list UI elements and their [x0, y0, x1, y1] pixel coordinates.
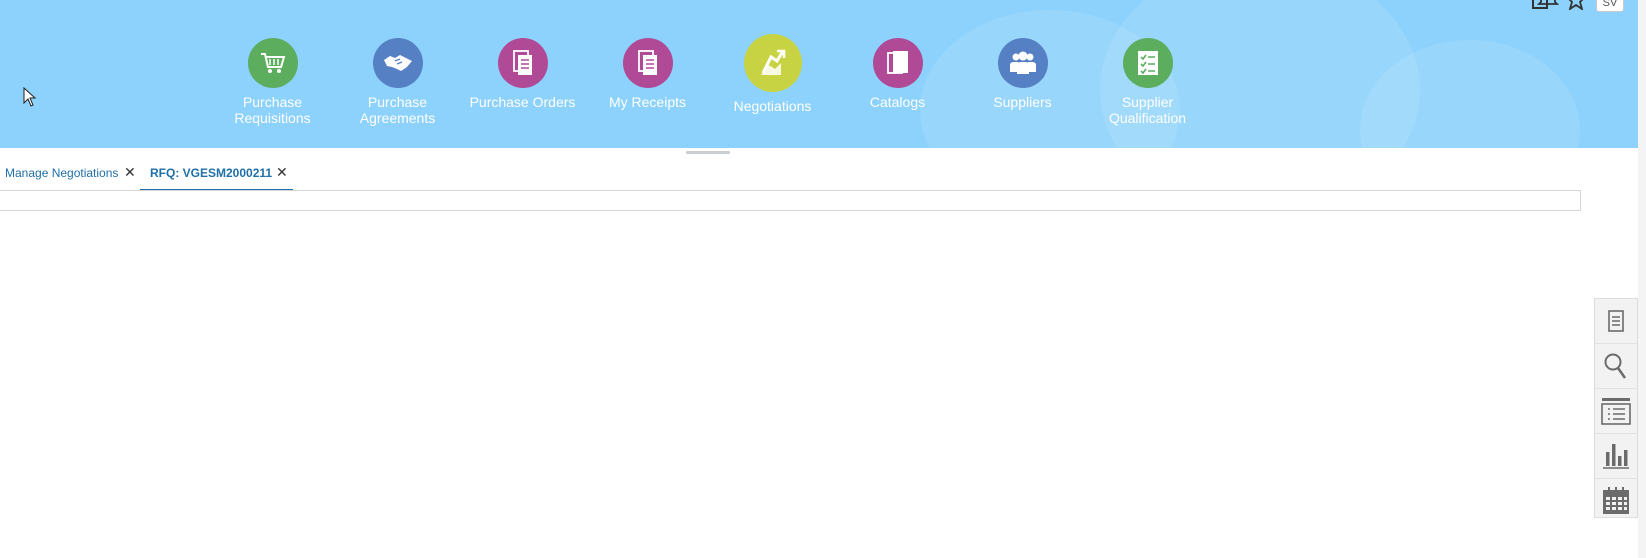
catalog-icon	[886, 51, 908, 74]
negotiation-icon	[760, 49, 785, 75]
side-tool-search[interactable]	[1595, 344, 1637, 389]
mouse-cursor-icon	[23, 87, 37, 107]
app-purchase-requisitions[interactable]: Purchase Requisitions	[210, 32, 335, 126]
checklist-icon	[1137, 51, 1158, 75]
tab-bar: Manage Negotiations ✕ RFQ: VGESM2000211 …	[0, 158, 1580, 192]
window-edge	[1638, 0, 1646, 558]
springboard-banner: SV Purchase Requisitions Purchase Agreem…	[0, 0, 1638, 148]
search-icon	[1604, 353, 1627, 379]
app-label: Catalogs	[869, 94, 926, 110]
handshake-icon	[383, 55, 412, 71]
side-tool-list[interactable]	[1595, 389, 1637, 434]
app-icon-circle	[997, 38, 1048, 88]
documents-icon	[512, 50, 532, 75]
tab-manage-negotiations[interactable]: Manage Negotiations ✕	[5, 158, 136, 192]
app-my-receipts[interactable]: My Receipts	[585, 32, 710, 110]
side-toolbar	[1594, 298, 1638, 518]
list-icon	[1601, 398, 1631, 425]
app-icon-circle	[622, 38, 673, 88]
app-label: Suppliers	[993, 94, 1052, 110]
app-label: Negotiations	[733, 98, 812, 114]
page-content-header	[0, 190, 1581, 211]
people-icon	[1009, 51, 1036, 74]
app-supplier-qualification[interactable]: Supplier Qualification	[1085, 32, 1210, 126]
app-purchase-orders[interactable]: Purchase Orders	[460, 32, 585, 110]
app-launcher: Purchase Requisitions Purchase Agreement…	[0, 0, 1638, 148]
app-suppliers[interactable]: Suppliers	[960, 32, 1085, 110]
banner-collapse-handle[interactable]	[686, 151, 730, 154]
app-icon-circle	[872, 38, 923, 88]
calendar-icon	[1603, 487, 1629, 514]
app-label: My Receipts	[608, 94, 687, 110]
close-icon[interactable]: ✕	[124, 164, 136, 181]
tab-rfq[interactable]: RFQ: VGESM2000211 ✕	[140, 158, 293, 192]
side-tool-document[interactable]	[1595, 299, 1637, 344]
documents-icon	[637, 50, 657, 75]
side-tool-chart[interactable]	[1595, 434, 1637, 479]
app-label: Purchase Requisitions	[234, 94, 311, 126]
app-label: Purchase Agreements	[359, 94, 436, 126]
app-catalogs[interactable]: Catalogs	[835, 32, 960, 110]
app-label: Supplier Qualification	[1108, 94, 1187, 126]
app-negotiations[interactable]: Negotiations	[710, 32, 835, 114]
app-icon-circle	[743, 34, 802, 92]
app-icon-circle	[1122, 38, 1173, 88]
app-icon-circle	[372, 38, 423, 88]
tab-label: Manage Negotiations	[5, 166, 119, 180]
tab-label: RFQ: VGESM2000211	[150, 166, 273, 180]
app-label: Purchase Orders	[469, 94, 576, 110]
document-icon	[1608, 310, 1624, 332]
side-tool-calendar[interactable]	[1595, 479, 1637, 523]
cart-icon	[260, 53, 285, 73]
app-purchase-agreements[interactable]: Purchase Agreements	[335, 32, 460, 126]
close-icon[interactable]: ✕	[276, 164, 288, 181]
app-icon-circle	[247, 38, 298, 88]
chart-icon	[1603, 444, 1629, 469]
app-icon-circle	[497, 38, 548, 88]
